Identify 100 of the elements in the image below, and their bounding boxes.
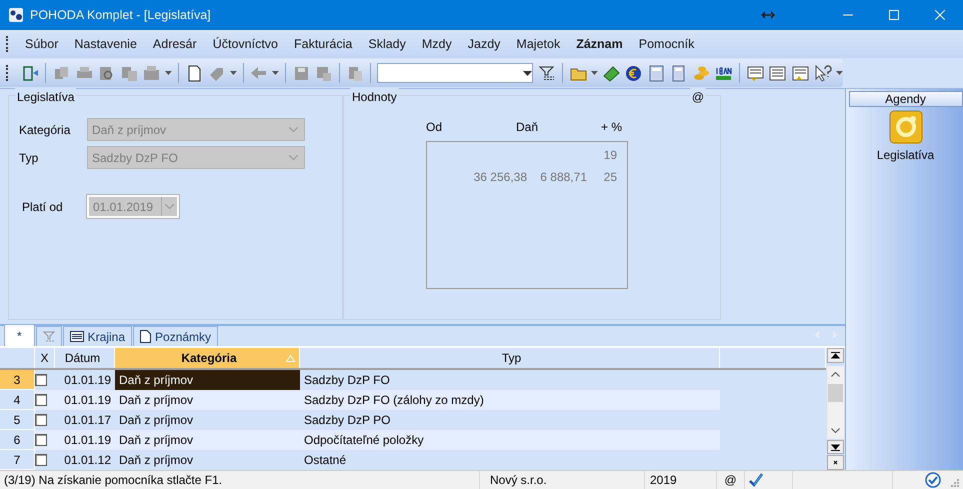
list-icon[interactable] [769, 64, 786, 82]
row-number: 7 [0, 450, 35, 470]
menu-item[interactable]: Mzdy [414, 34, 460, 54]
list-down-icon[interactable] [746, 64, 764, 82]
tab[interactable]: Poznámky [133, 326, 218, 346]
help-pointer-icon[interactable] [814, 64, 832, 82]
iban-icon[interactable] [715, 64, 732, 82]
column-header[interactable]: Typ [300, 348, 720, 368]
close-icon [935, 10, 945, 20]
table-cell: Daň z príjmov [115, 370, 300, 390]
list-cell-text: 19 [602, 147, 617, 164]
tab[interactable]: * [4, 324, 35, 346]
caret-icon[interactable] [230, 71, 237, 75]
filter-icon[interactable] [538, 64, 556, 82]
table-cell-text: Sadzby DzP PO [303, 412, 392, 429]
clipboard-icon[interactable] [346, 64, 364, 82]
tab[interactable]: Krajina [62, 326, 132, 346]
table-cell: 01.01.19 [55, 390, 115, 410]
maximize-icon [889, 10, 899, 20]
table-cell: Sadzby DzP FO (zálohy zo mzdy) [300, 390, 720, 410]
menu-item[interactable]: Súbor [17, 34, 66, 54]
checkbox[interactable] [35, 434, 47, 446]
filter-icon [42, 330, 55, 342]
row-number: 6 [0, 430, 35, 450]
close-grid-icon [831, 459, 840, 466]
caret-icon[interactable] [272, 71, 279, 75]
check-circle-icon[interactable] [925, 472, 941, 488]
menu-item[interactable]: Adresár [144, 34, 205, 54]
list-cell-text: 6 888,71 [539, 169, 587, 186]
close-grid-button[interactable] [827, 455, 844, 470]
status-message: (3/19) Na získanie pomocníka stlačte F1. [0, 471, 480, 489]
app-logo-icon [8, 7, 24, 23]
row-number: 5 [0, 410, 35, 430]
caret-icon[interactable] [165, 71, 172, 75]
panel-title: Legislatíva [15, 88, 76, 106]
banknote-icon[interactable] [602, 64, 620, 82]
checkbox[interactable] [35, 374, 47, 386]
page-icon [140, 330, 152, 343]
company-name: Nový s.r.o. [480, 471, 645, 489]
table-cell: Daň z príjmov [115, 430, 300, 450]
scroll-top-button[interactable] [827, 348, 844, 363]
table-cell-text: 01.01.17 [63, 412, 112, 429]
menu-item[interactable]: Účtovníctvo [204, 34, 286, 54]
at-sign-marker: @ [690, 88, 706, 106]
menu-item[interactable]: Majetok [508, 34, 568, 54]
caret-icon[interactable] [591, 71, 598, 75]
checkbox[interactable] [35, 454, 47, 466]
calculator-icon[interactable] [670, 64, 688, 82]
caret-icon[interactable] [836, 71, 844, 75]
list-cell-text: 25 [602, 169, 617, 186]
menu-item[interactable]: Fakturácia [286, 34, 360, 54]
scrollbar-thumb[interactable] [828, 384, 843, 402]
list-cell-text: 36 256,38 [472, 169, 527, 186]
table-icon [70, 331, 84, 342]
checkbox[interactable] [35, 414, 47, 426]
puzzle-gear-icon [888, 110, 922, 144]
field-label: Kategória [19, 122, 72, 138]
menu-item[interactable]: Nastavenie [66, 34, 145, 54]
column-header: Daň [514, 119, 539, 136]
search-combo-field[interactable] [377, 63, 534, 83]
table-cell-text: Daň z príjmov [118, 452, 194, 469]
check-pen-icon[interactable] [749, 473, 763, 487]
table-cell: Odpočítateľné položky [300, 430, 720, 450]
scroll-bottom-icon [831, 444, 840, 451]
agenda-item[interactable]: Legislatíva [876, 110, 934, 164]
caret-icon [523, 70, 532, 76]
column-header: + % [600, 119, 622, 136]
column-header[interactable]: Kategória [115, 348, 300, 368]
resize-grip-icon [951, 479, 959, 487]
table-cell: 01.01.19 [55, 430, 115, 450]
calculator-icon[interactable] [648, 64, 665, 82]
table-cell-text: 01.01.12 [63, 452, 112, 469]
table-cell-text: Daň z príjmov [118, 412, 194, 429]
euro-coin-icon[interactable] [625, 64, 642, 82]
resize-cursor-icon [761, 11, 775, 19]
menu-item[interactable]: Pomocník [630, 34, 702, 54]
chevron-down-icon [165, 204, 174, 209]
menu-item[interactable]: Sklady [360, 34, 414, 54]
list-up-icon[interactable] [792, 64, 809, 82]
chevron-down-icon [289, 127, 298, 132]
accounting-year: 2019 [645, 471, 717, 489]
column-header[interactable]: X [35, 348, 55, 368]
table-cell-text: 01.01.19 [63, 372, 112, 389]
checkbox[interactable] [35, 394, 47, 406]
table-cell-text: Ostatné [303, 452, 348, 469]
table-cell-text: Sadzby DzP FO [303, 372, 391, 389]
row-number: 4 [0, 390, 35, 410]
sort-ascending-icon [286, 355, 295, 362]
table-cell: Daň z príjmov [115, 390, 300, 410]
chevron-down-icon [289, 155, 298, 160]
scroll-bottom-button[interactable] [827, 440, 844, 454]
chevron-up-icon [831, 372, 840, 377]
new-page-icon[interactable] [186, 64, 203, 82]
row-number: 3 [0, 370, 35, 390]
menu-item[interactable]: Záznam [568, 34, 631, 54]
menu-item[interactable]: Jazdy [460, 34, 508, 54]
exit-door-icon[interactable] [22, 64, 39, 82]
chevron-down-icon [831, 428, 840, 433]
agendy-header[interactable]: Agendy [848, 91, 962, 107]
window-title: POHODA Komplet - [Legislatíva] [30, 6, 211, 24]
